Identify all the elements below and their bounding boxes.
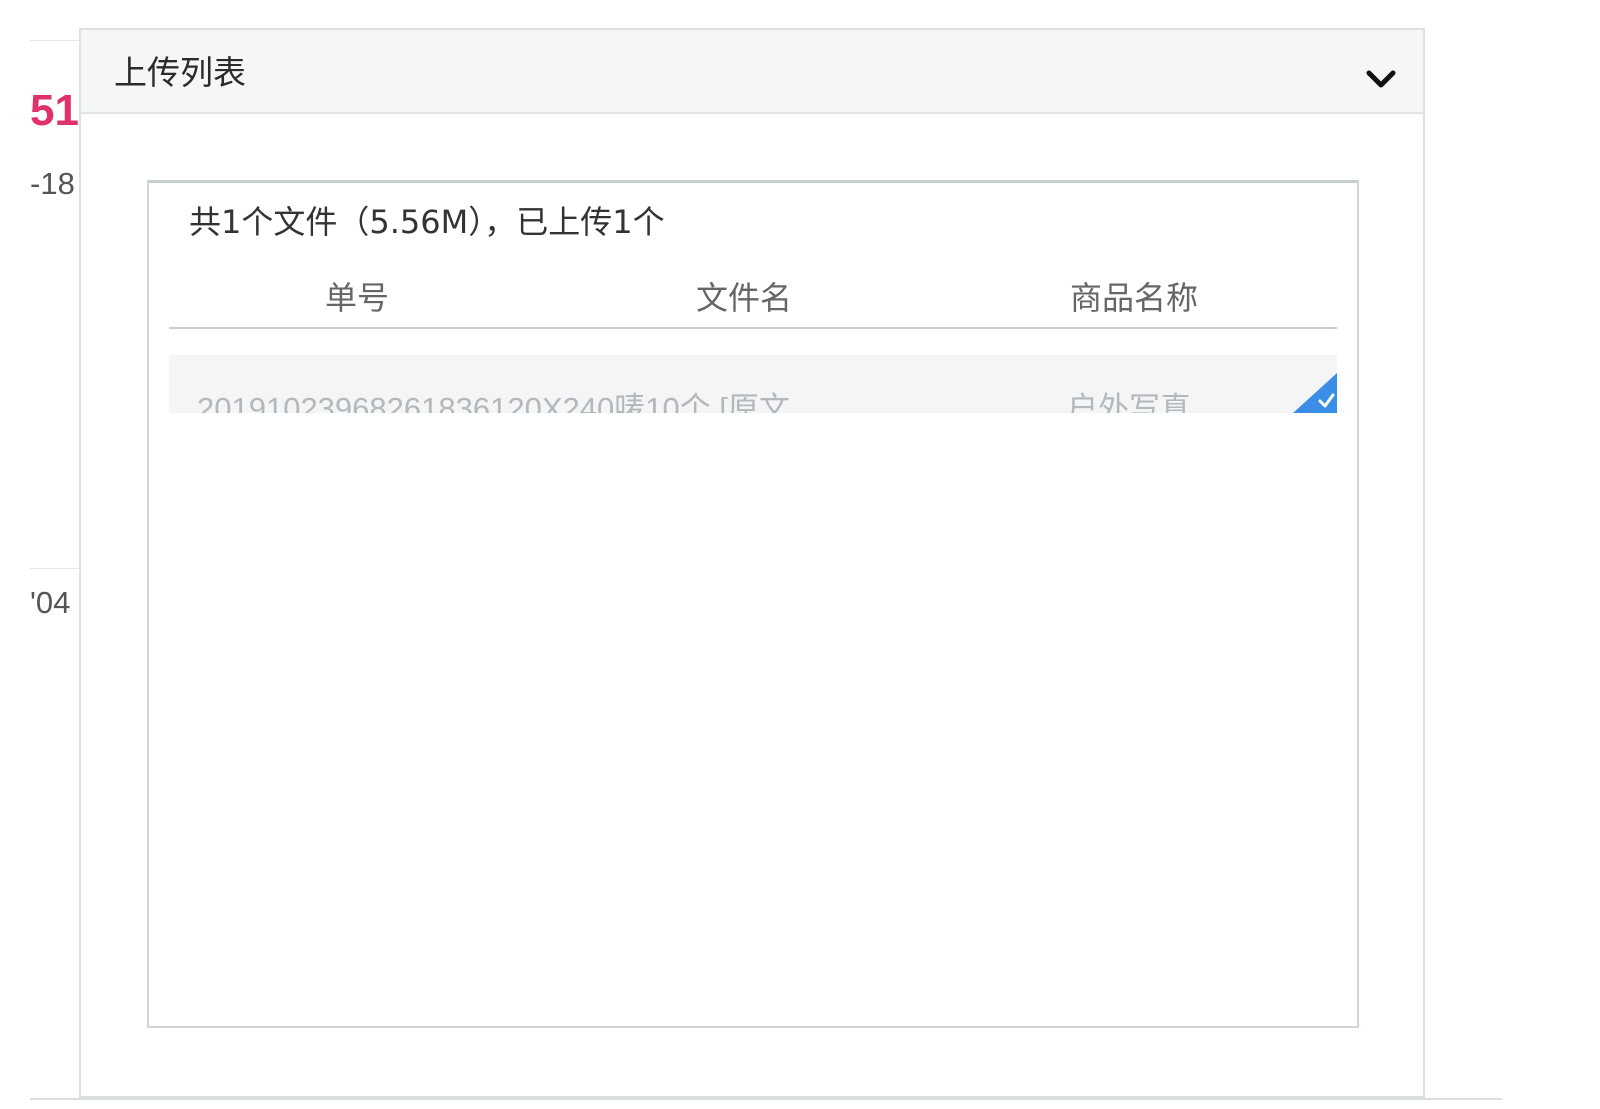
panel-title: 上传列表 [114, 53, 246, 92]
table-row[interactable]: 20191023968261836120X240唛10个 [原文... 户外写真 [169, 355, 1337, 413]
column-header-product-name: 商品名称 [1070, 279, 1199, 317]
background-order-number: 51 [30, 86, 79, 135]
file-name-cell: 20191023968261836120X240唛10个 [原文... [197, 391, 816, 413]
panel-header[interactable]: 上传列表 [81, 30, 1423, 114]
background-code: '04 [30, 585, 71, 620]
background-date: -18 [30, 166, 75, 201]
background-divider [30, 40, 80, 41]
check-corner-icon [1293, 373, 1337, 413]
column-header-file-name: 文件名 [696, 279, 793, 317]
background-divider [30, 568, 80, 569]
column-header-order-number: 单号 [325, 279, 390, 317]
table-header: 单号 文件名 商品名称 [169, 273, 1337, 329]
chevron-down-icon[interactable] [1361, 60, 1401, 100]
upload-list-box: 共1个文件（5.56M），已上传1个 单号 文件名 商品名称 201910239… [147, 180, 1359, 1028]
upload-summary: 共1个文件（5.56M），已上传1个 [189, 203, 665, 241]
background-divider [30, 1098, 1502, 1100]
upload-list-panel: 上传列表 共1个文件（5.56M），已上传1个 单号 文件名 商品名称 2019… [79, 28, 1425, 1098]
product-name-cell: 户外写真 [1067, 391, 1191, 413]
